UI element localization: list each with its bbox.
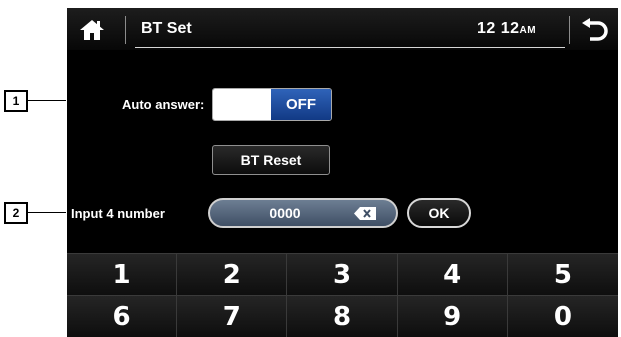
backspace-icon [354, 207, 376, 220]
toggle-thumb [213, 89, 271, 120]
home-icon [80, 20, 104, 40]
bt-reset-button[interactable]: BT Reset [212, 145, 330, 175]
clock-time: 12 12 [477, 20, 520, 37]
key-2[interactable]: 2 [177, 253, 288, 295]
clock-ampm: AM [519, 25, 537, 36]
callout-2: 2 [4, 202, 28, 224]
head-unit-screen: BT Set 12 12AM Auto answer: OFF BT Reset… [67, 8, 618, 337]
ok-button[interactable]: OK [407, 198, 471, 228]
key-3[interactable]: 3 [287, 253, 398, 295]
key-1[interactable]: 1 [67, 253, 178, 295]
pin-label: Input 4 number [71, 206, 165, 221]
toggle-state: OFF [271, 89, 331, 120]
title-underline [135, 47, 565, 48]
key-6[interactable]: 6 [67, 295, 178, 337]
back-arrow-icon [582, 18, 608, 41]
header-bar: BT Set 12 12AM [67, 8, 618, 50]
numeric-keypad: 1 2 3 4 5 6 7 8 9 0 [67, 253, 618, 337]
key-8[interactable]: 8 [287, 295, 398, 337]
pin-input[interactable]: 0000 [208, 198, 398, 228]
key-5[interactable]: 5 [507, 253, 618, 295]
auto-answer-label: Auto answer: [122, 97, 205, 112]
auto-answer-toggle[interactable]: OFF [212, 88, 332, 121]
callout-2-leader [28, 212, 66, 213]
key-7[interactable]: 7 [177, 295, 288, 337]
key-0[interactable]: 0 [507, 295, 618, 337]
home-button[interactable] [79, 18, 105, 42]
page-title: BT Set [141, 20, 192, 37]
backspace-button[interactable] [354, 207, 376, 220]
callout-1: 1 [4, 90, 28, 112]
back-button[interactable] [580, 18, 608, 42]
header-separator-right [569, 16, 570, 44]
header-separator-left [125, 16, 126, 44]
key-4[interactable]: 4 [397, 253, 508, 295]
pin-value: 0000 [269, 205, 301, 221]
key-9[interactable]: 9 [397, 295, 508, 337]
callout-1-leader [28, 100, 66, 101]
clock: 12 12AM [477, 20, 536, 38]
